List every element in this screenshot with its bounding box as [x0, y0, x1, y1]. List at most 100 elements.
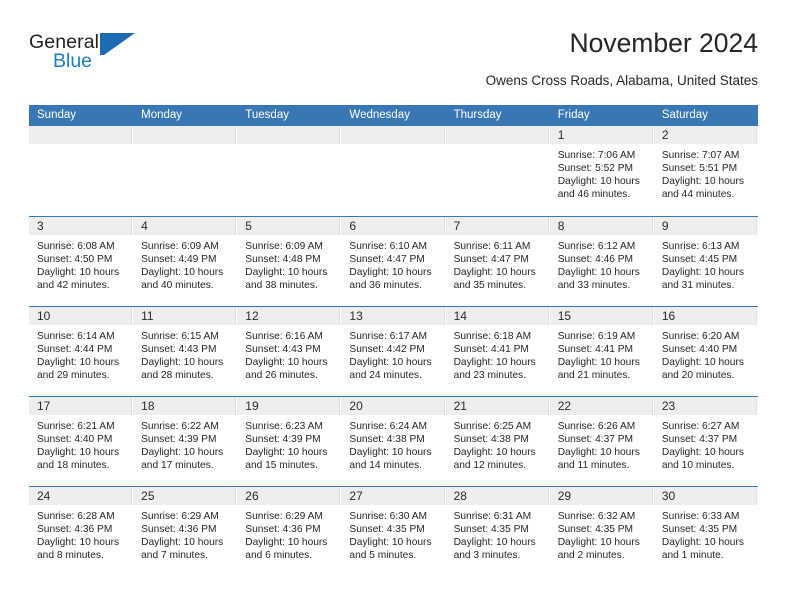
calendar-day-cell-empty — [133, 126, 238, 216]
calendar-day-cell[interactable]: 8 Sunrise: 6:12 AM Sunset: 4:46 PM Daylight… — [549, 217, 654, 306]
sun-info: Sunrise: 7:06 AM Sunset: 5:52 PM Daylight:… — [550, 144, 653, 201]
sunrise-text: Sunrise: 6:18 AM — [453, 331, 532, 342]
sunset-text: Sunset: 4:37 PM — [661, 434, 738, 446]
calendar-day-cell[interactable]: 30 Sunrise: 6:33 AM Sunset: 4:35 PM Dayligh… — [653, 487, 758, 576]
daylight-text: Daylight: 10 hours and 20 minutes. — [661, 357, 744, 382]
day-number-band: 5 — [237, 217, 341, 235]
calendar-day-cell[interactable]: 9 Sunrise: 6:13 AM Sunset: 4:45 PM Daylight… — [653, 217, 758, 306]
daylight-text: Daylight: 10 hours and 24 minutes. — [349, 357, 432, 382]
sun-info: Sunrise: 7:07 AM Sunset: 5:51 PM Daylight:… — [654, 144, 757, 201]
sunset-text: Sunset: 4:46 PM — [557, 254, 634, 266]
day-number: 2 — [661, 128, 669, 142]
sunrise-text: Sunrise: 6:13 AM — [661, 241, 740, 252]
sun-info: Sunrise: 6:11 AM Sunset: 4:47 PM Daylight:… — [446, 235, 549, 292]
day-number: 26 — [245, 489, 259, 503]
sunrise-text: Sunrise: 6:30 AM — [349, 511, 428, 522]
daylight-text: Daylight: 10 hours and 18 minutes. — [37, 447, 120, 472]
sunrise-text: Sunrise: 6:28 AM — [37, 511, 115, 522]
sunset-text: Sunset: 4:43 PM — [245, 344, 321, 356]
day-number: 29 — [557, 489, 572, 503]
daylight-text: Daylight: 10 hours and 2 minutes. — [557, 537, 640, 562]
sunrise-text: Sunrise: 6:15 AM — [141, 331, 219, 342]
day-number-band: 24 — [29, 487, 133, 505]
sun-info: Sunrise: 6:16 AM Sunset: 4:43 PM Daylight:… — [237, 325, 340, 382]
sun-info: Sunrise: 6:08 AM Sunset: 4:50 PM Daylight:… — [29, 235, 132, 292]
sunrise-text: Sunrise: 6:31 AM — [453, 511, 532, 522]
calendar-day-cell[interactable]: 27 Sunrise: 6:30 AM Sunset: 4:35 PM Dayligh… — [341, 487, 446, 576]
day-number: 15 — [557, 309, 572, 323]
calendar-day-cell[interactable]: 14 Sunrise: 6:18 AM Sunset: 4:41 PM Dayligh… — [445, 307, 550, 396]
sunrise-text: Sunrise: 6:32 AM — [557, 511, 636, 522]
sunrise-text: Sunrise: 6:17 AM — [349, 331, 428, 342]
sun-info: Sunrise: 6:26 AM Sunset: 4:37 PM Daylight:… — [550, 415, 653, 472]
calendar-day-cell[interactable]: 10 Sunrise: 6:14 AM Sunset: 4:44 PM Dayligh… — [29, 307, 134, 396]
calendar-day-cell[interactable]: 25 Sunrise: 6:29 AM Sunset: 4:36 PM Dayligh… — [133, 487, 238, 576]
day-number-band: 10 — [29, 307, 133, 325]
day-number-band: 8 — [549, 217, 653, 235]
calendar-day-cell[interactable]: 23 Sunrise: 6:27 AM Sunset: 4:37 PM Dayligh… — [653, 397, 758, 486]
day-number: 11 — [141, 309, 154, 323]
sun-info: Sunrise: 6:09 AM Sunset: 4:49 PM Daylight:… — [133, 235, 236, 292]
sunset-text: Sunset: 4:38 PM — [349, 434, 425, 446]
calendar-day-cell[interactable]: 26 Sunrise: 6:29 AM Sunset: 4:36 PM Dayligh… — [237, 487, 342, 576]
day-number: 22 — [557, 399, 572, 413]
calendar-day-cell[interactable]: 16 Sunrise: 6:20 AM Sunset: 4:40 PM Dayligh… — [653, 307, 758, 396]
day-number: 23 — [661, 399, 676, 413]
calendar-day-cell[interactable]: 2 Sunrise: 7:07 AM Sunset: 5:51 PM Daylight… — [653, 126, 758, 216]
calendar-day-cell[interactable]: 15 Sunrise: 6:19 AM Sunset: 4:41 PM Dayligh… — [549, 307, 654, 396]
calendar-day-cell[interactable]: 18 Sunrise: 6:22 AM Sunset: 4:39 PM Dayligh… — [133, 397, 238, 486]
calendar-day-cell[interactable]: 28 Sunrise: 6:31 AM Sunset: 4:35 PM Dayligh… — [445, 487, 550, 576]
sunset-text: Sunset: 4:39 PM — [245, 434, 321, 446]
calendar-day-cell[interactable]: 29 Sunrise: 6:32 AM Sunset: 4:35 PM Dayligh… — [549, 487, 654, 576]
calendar-day-cell[interactable]: 11 Sunrise: 6:15 AM Sunset: 4:43 PM Dayligh… — [133, 307, 238, 396]
calendar-day-cell[interactable]: 3 Sunrise: 6:08 AM Sunset: 4:50 PM Daylight… — [29, 217, 134, 306]
sunrise-text: Sunrise: 6:11 AM — [453, 241, 531, 252]
day-number: 21 — [453, 399, 467, 413]
daylight-text: Daylight: 10 hours and 23 minutes. — [453, 357, 536, 382]
sunrise-text: Sunrise: 7:07 AM — [661, 150, 740, 161]
calendar-day-cell[interactable]: 6 Sunrise: 6:10 AM Sunset: 4:47 PM Daylight… — [341, 217, 446, 306]
day-number-band: 21 — [445, 397, 549, 415]
day-number-band: 7 — [445, 217, 549, 235]
sun-info: Sunrise: 6:29 AM Sunset: 4:36 PM Daylight:… — [133, 505, 236, 562]
daylight-text: Daylight: 10 hours and 21 minutes. — [557, 357, 640, 382]
calendar-page: General Blue November 2024 Owens Cross R… — [0, 0, 792, 612]
location-subtitle: Owens Cross Roads, Alabama, United State… — [485, 73, 758, 88]
brand-logo[interactable]: General Blue — [29, 31, 159, 79]
calendar-day-cell[interactable]: 12 Sunrise: 6:16 AM Sunset: 4:43 PM Dayligh… — [237, 307, 342, 396]
calendar-day-cell[interactable]: 22 Sunrise: 6:26 AM Sunset: 4:37 PM Dayligh… — [549, 397, 654, 486]
sunrise-text: Sunrise: 6:09 AM — [141, 241, 219, 252]
calendar-day-cell[interactable]: 17 Sunrise: 6:21 AM Sunset: 4:40 PM Dayligh… — [29, 397, 134, 486]
day-number: 14 — [453, 309, 467, 323]
sun-info: Sunrise: 6:18 AM Sunset: 4:41 PM Daylight:… — [446, 325, 549, 382]
calendar-day-cell[interactable]: 24 Sunrise: 6:28 AM Sunset: 4:36 PM Dayligh… — [29, 487, 134, 576]
sunset-text: Sunset: 4:35 PM — [661, 524, 738, 536]
day-number-band: 1 — [549, 126, 653, 144]
sun-info: Sunrise: 6:22 AM Sunset: 4:39 PM Daylight:… — [133, 415, 236, 472]
day-number-band: 3 — [29, 217, 133, 235]
day-number-band: 12 — [237, 307, 341, 325]
weekday-header-saturday: Saturday — [661, 109, 708, 121]
calendar-day-cell[interactable]: 5 Sunrise: 6:09 AM Sunset: 4:48 PM Daylight… — [237, 217, 342, 306]
calendar-day-cell[interactable]: 20 Sunrise: 6:24 AM Sunset: 4:38 PM Dayligh… — [341, 397, 446, 486]
sun-info: Sunrise: 6:12 AM Sunset: 4:46 PM Daylight:… — [550, 235, 653, 292]
day-number-band: 13 — [341, 307, 445, 325]
calendar-day-cell[interactable]: 19 Sunrise: 6:23 AM Sunset: 4:39 PM Dayligh… — [237, 397, 342, 486]
day-number: 10 — [37, 309, 51, 323]
day-number-band: 22 — [549, 397, 653, 415]
day-number-band — [29, 126, 133, 144]
calendar-week-row: 1 Sunrise: 7:06 AM Sunset: 5:52 PM Daylight… — [29, 126, 758, 216]
calendar-day-cell[interactable]: 13 Sunrise: 6:17 AM Sunset: 4:42 PM Dayligh… — [341, 307, 446, 396]
sunrise-text: Sunrise: 7:06 AM — [557, 150, 636, 161]
brand-name-blue: Blue — [53, 50, 93, 72]
sun-info: Sunrise: 6:25 AM Sunset: 4:38 PM Daylight:… — [446, 415, 549, 472]
calendar-day-cell[interactable]: 21 Sunrise: 6:25 AM Sunset: 4:38 PM Dayligh… — [445, 397, 550, 486]
day-number: 17 — [37, 399, 51, 413]
sunset-text: Sunset: 4:41 PM — [453, 344, 529, 356]
calendar-day-cell[interactable]: 1 Sunrise: 7:06 AM Sunset: 5:52 PM Daylight… — [549, 126, 654, 216]
calendar-day-cell[interactable]: 7 Sunrise: 6:11 AM Sunset: 4:47 PM Daylight… — [445, 217, 550, 306]
daylight-text: Daylight: 10 hours and 7 minutes. — [141, 537, 224, 562]
calendar-day-cell[interactable]: 4 Sunrise: 6:09 AM Sunset: 4:49 PM Daylight… — [133, 217, 238, 306]
daylight-text: Daylight: 10 hours and 11 minutes. — [557, 447, 640, 472]
sun-info: Sunrise: 6:33 AM Sunset: 4:35 PM Daylight:… — [654, 505, 757, 562]
